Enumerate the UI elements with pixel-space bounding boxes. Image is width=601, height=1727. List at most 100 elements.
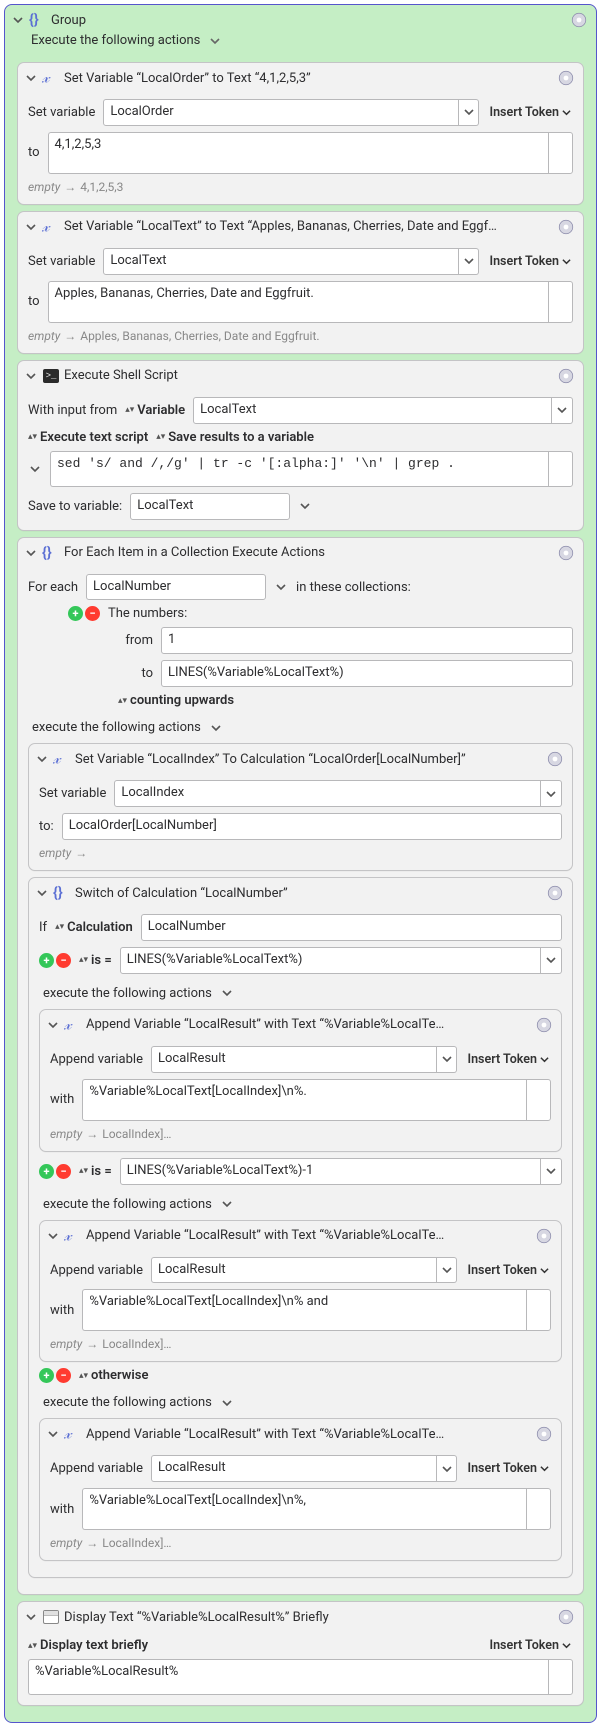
gear-icon[interactable] [570,11,588,29]
chevron-down-icon[interactable] [46,1229,60,1243]
chevron-down-icon[interactable] [24,71,38,85]
value-textarea[interactable] [82,1079,526,1121]
action-header[interactable]: 𝓍 Append Variable “LocalResult” with Tex… [40,1221,561,1247]
counting-direction-popup[interactable]: ▴▾counting upwards [118,693,234,708]
chevron-down-icon[interactable] [46,1427,60,1441]
chevron-down-icon[interactable] [459,99,480,126]
insert-token-button[interactable]: Insert Token [465,1263,551,1278]
gear-icon[interactable] [546,884,564,902]
chevron-down-icon[interactable] [437,1455,458,1482]
comparator-popup[interactable]: ▴▾is = [79,1164,112,1179]
minus-icon[interactable]: − [85,606,100,621]
action-header[interactable]: 𝓍 Append Variable “LocalResult” with Tex… [40,1010,561,1036]
chevron-down-icon[interactable] [220,986,234,1000]
add-remove-case[interactable]: + − [39,953,71,968]
variable-name-input[interactable] [103,248,458,275]
action-header[interactable]: {} Switch of Calculation “LocalNumber” [29,878,572,904]
chevron-down-icon[interactable] [552,397,573,424]
gear-icon[interactable] [557,69,575,87]
group-header[interactable]: {} Group [5,5,596,31]
save-mode-popup[interactable]: ▴▾Save results to a variable [156,430,314,445]
plus-icon[interactable]: + [39,1368,54,1383]
save-variable-input[interactable] [130,493,290,520]
condition-type-popup[interactable]: ▴▾Calculation [55,920,133,935]
chevron-down-icon[interactable] [24,220,38,234]
gear-icon[interactable] [557,1608,575,1626]
value-textarea[interactable] [82,1289,526,1331]
comparator-popup[interactable]: ▴▾is = [79,953,112,968]
script-textarea[interactable] [50,451,548,487]
input-variable-input[interactable] [193,397,552,424]
chevron-down-icon[interactable] [298,499,312,513]
display-mode-popup[interactable]: ▴▾Display text briefly [28,1638,148,1653]
plus-icon[interactable]: + [39,953,54,968]
action-header[interactable]: 𝓍 Set Variable “LocalOrder” to Text “4,1… [18,63,583,89]
add-remove-case[interactable]: + − [39,1164,71,1179]
minus-icon[interactable]: − [56,1164,71,1179]
display-text-textarea[interactable] [28,1659,548,1695]
chevron-down-icon[interactable] [35,886,49,900]
chevron-down-icon[interactable] [541,1158,562,1185]
chevron-down-icon[interactable] [541,947,562,974]
chevron-down-icon[interactable] [220,1197,234,1211]
loop-variable-input[interactable] [86,574,266,601]
chevron-down-icon[interactable] [24,546,38,560]
calculation-input[interactable] [141,914,562,941]
input-source-popup[interactable]: ▴▾Variable [125,403,185,418]
gear-icon[interactable] [546,750,564,768]
minus-icon[interactable]: − [56,1368,71,1383]
calculation-input[interactable] [62,813,562,840]
chevron-down-icon[interactable] [437,1046,458,1073]
insert-token-button[interactable]: Insert Token [487,254,573,269]
insert-token-button[interactable]: Insert Token [487,105,573,120]
from-input[interactable] [161,627,573,654]
action-header[interactable]: 𝓍 Set Variable “LocalIndex” To Calculati… [29,744,572,770]
chevron-down-icon[interactable] [28,462,42,476]
script-source-popup[interactable]: ▴▾Execute text script [28,430,148,445]
gear-icon[interactable] [557,218,575,236]
chevron-down-icon[interactable] [208,34,222,48]
action-header[interactable]: 𝓍 Append Variable “LocalResult” with Tex… [40,1419,561,1445]
variable-name-input[interactable] [103,99,458,126]
gear-icon[interactable] [535,1016,553,1034]
gear-icon[interactable] [535,1227,553,1245]
minus-icon[interactable]: − [56,953,71,968]
case-value-input[interactable] [120,1158,541,1185]
chevron-down-icon[interactable] [24,1610,38,1624]
gear-icon[interactable] [557,544,575,562]
variable-name-input[interactable] [151,1046,437,1073]
to-input[interactable] [161,660,573,687]
value-textarea[interactable] [48,132,549,174]
value-textarea[interactable] [82,1488,526,1530]
plus-icon[interactable]: + [68,606,83,621]
chevron-down-icon[interactable] [35,752,49,766]
chevron-down-icon[interactable] [459,248,480,275]
chevron-down-icon[interactable] [209,721,223,735]
chevron-down-icon[interactable] [11,13,25,27]
otherwise-popup[interactable]: ▴▾otherwise [79,1368,148,1383]
add-remove-case[interactable]: + − [39,1368,71,1383]
action-header[interactable]: 𝓍 Set Variable “LocalText” to Text “Appl… [18,212,583,238]
plus-icon[interactable]: + [39,1164,54,1179]
action-header[interactable]: >_ Execute Shell Script [18,361,583,387]
variable-name-input[interactable] [114,780,541,807]
insert-token-button[interactable]: Insert Token [487,1638,573,1653]
chevron-down-icon[interactable] [274,580,288,594]
insert-token-button[interactable]: Insert Token [465,1461,551,1476]
execute-actions-label: execute the following actions [43,1197,212,1212]
chevron-down-icon[interactable] [220,1396,234,1410]
action-header[interactable]: Display Text “%Variable%LocalResult%” Br… [18,1602,583,1628]
chevron-down-icon[interactable] [437,1257,458,1284]
chevron-down-icon[interactable] [46,1018,60,1032]
chevron-down-icon[interactable] [541,780,562,807]
variable-name-input[interactable] [151,1455,437,1482]
insert-token-button[interactable]: Insert Token [465,1052,551,1067]
gear-icon[interactable] [557,367,575,385]
gear-icon[interactable] [535,1425,553,1443]
value-textarea[interactable] [48,281,549,323]
action-header[interactable]: {} For Each Item in a Collection Execute… [18,538,583,564]
case-value-input[interactable] [120,947,541,974]
variable-name-input[interactable] [151,1257,437,1284]
add-remove-collection[interactable]: + − [68,606,100,621]
chevron-down-icon[interactable] [24,369,38,383]
